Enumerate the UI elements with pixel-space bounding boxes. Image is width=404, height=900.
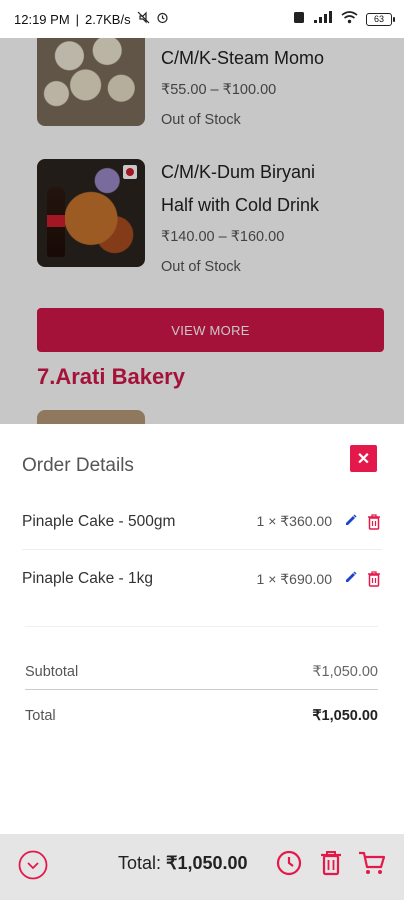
edit-icon[interactable] bbox=[344, 513, 358, 531]
chevron-down-icon[interactable] bbox=[18, 850, 48, 880]
item-qty: 1 × bbox=[256, 513, 277, 529]
signal-icon bbox=[313, 11, 333, 27]
cart-total: Total: ₹1,050.00 bbox=[118, 853, 248, 874]
cart-total-value: ₹1,050.00 bbox=[166, 853, 248, 873]
order-item: Pinaple Cake - 1kg 1 × ₹690.00 bbox=[22, 551, 382, 607]
battery-icon: 63 bbox=[366, 12, 395, 26]
delete-icon[interactable] bbox=[366, 513, 382, 531]
status-speed: 2.7KB/s bbox=[85, 11, 131, 27]
item-quantity-price: 1 × ₹690.00 bbox=[257, 571, 332, 588]
divider bbox=[25, 626, 378, 627]
close-icon: ✕ bbox=[356, 450, 371, 468]
item-name: Pinaple Cake - 1kg bbox=[22, 570, 153, 587]
subtotal-value: ₹1,050.00 bbox=[312, 663, 378, 680]
item-name: Pinaple Cake - 500gm bbox=[22, 512, 176, 530]
subtotal-label: Subtotal bbox=[25, 663, 79, 680]
order-details-title: Order Details bbox=[22, 455, 134, 476]
total-value: ₹1,050.00 bbox=[312, 708, 378, 724]
total-row: Total ₹1,050.00 bbox=[25, 701, 378, 731]
mute-icon bbox=[137, 11, 150, 27]
order-item: Pinaple Cake - 500gm 1 × ₹360.00 bbox=[22, 494, 382, 550]
item-price: ₹690.00 bbox=[280, 570, 332, 587]
item-quantity-price: 1 × ₹360.00 bbox=[257, 513, 332, 530]
status-right: 63 bbox=[293, 11, 395, 27]
edit-icon[interactable] bbox=[344, 570, 358, 588]
status-bar: 12:19 PM | 2.7KB/s 63 bbox=[0, 0, 404, 38]
status-separator: | bbox=[75, 11, 80, 27]
trash-icon[interactable] bbox=[316, 848, 346, 878]
order-details-sheet: Order Details ✕ Pinaple Cake - 500gm 1 ×… bbox=[0, 424, 404, 834]
delete-icon[interactable] bbox=[366, 570, 382, 588]
close-button[interactable]: ✕ bbox=[350, 445, 377, 472]
total-label: Total bbox=[25, 708, 56, 724]
item-qty: 1 × bbox=[256, 570, 277, 587]
status-left: 12:19 PM | 2.7KB/s bbox=[14, 11, 169, 27]
app-root: 12:19 PM | 2.7KB/s 63 C/M/K-Steam Momo ₹… bbox=[0, 0, 404, 900]
cart-bottom-bar: Total: ₹1,050.00 bbox=[0, 834, 404, 900]
cart-total-label: Total: bbox=[118, 853, 162, 873]
subtotal-row: Subtotal ₹1,050.00 bbox=[25, 654, 378, 690]
status-time: 12:19 PM bbox=[14, 11, 70, 27]
sim-icon bbox=[293, 11, 305, 27]
wifi-icon bbox=[341, 11, 358, 27]
battery-level: 63 bbox=[373, 14, 384, 24]
item-price: ₹360.00 bbox=[280, 513, 332, 529]
cart-icon[interactable] bbox=[357, 848, 387, 878]
alarm-icon bbox=[156, 11, 169, 27]
clock-icon[interactable] bbox=[274, 848, 304, 878]
dim-overlay[interactable] bbox=[0, 38, 404, 424]
